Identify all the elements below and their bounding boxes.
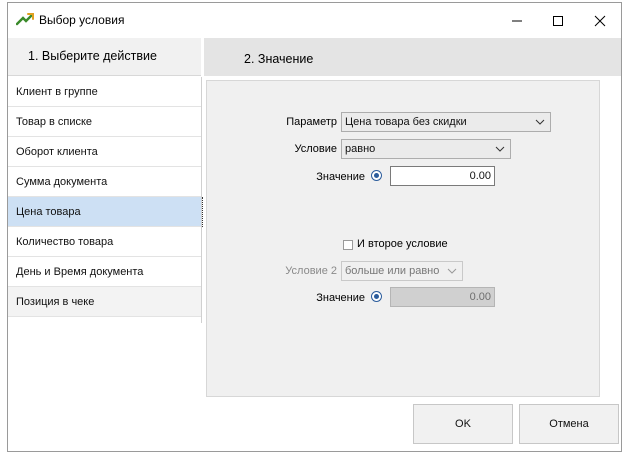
chevron-down-icon xyxy=(447,268,457,274)
condition-value: равно xyxy=(345,143,376,155)
list-divider xyxy=(201,77,202,323)
value-panel: Параметр Цена товара без скидки Условие … xyxy=(206,80,600,397)
window-title: Выбор условия xyxy=(39,13,125,27)
parameter-value: Цена товара без скидки xyxy=(345,116,467,128)
condition2-value: больше или равно xyxy=(345,265,440,277)
ok-button[interactable]: OK xyxy=(413,404,513,444)
chevron-down-icon xyxy=(495,146,505,152)
second-condition-checkbox[interactable] xyxy=(343,240,353,250)
close-icon xyxy=(594,15,606,27)
value-radio[interactable] xyxy=(371,170,382,181)
list-item-receipt-position[interactable]: Позиция в чеке xyxy=(8,287,201,317)
parameter-label: Параметр xyxy=(286,116,337,128)
step2-title: 2. Значение xyxy=(244,52,314,66)
value-label: Значение xyxy=(316,171,365,183)
condition2-dropdown[interactable]: больше или равно xyxy=(341,261,463,281)
action-list: Клиент в группе Товар в списке Оборот кл… xyxy=(8,77,203,317)
app-logo-icon xyxy=(16,13,34,26)
list-item-client-group[interactable]: Клиент в группе xyxy=(8,77,201,107)
cancel-button[interactable]: Отмена xyxy=(519,404,619,444)
value2-radio[interactable] xyxy=(371,291,382,302)
value2-label: Значение xyxy=(316,292,365,304)
title-bar: Выбор условия xyxy=(8,3,621,37)
parameter-dropdown[interactable]: Цена товара без скидки xyxy=(341,112,551,132)
step1-title: 1. Выберите действие xyxy=(28,49,157,63)
step1-header: 1. Выберите действие xyxy=(8,38,201,76)
list-item-document-datetime[interactable]: День и Время документа xyxy=(8,257,201,287)
value-text: 0.00 xyxy=(469,170,491,182)
maximize-icon xyxy=(553,16,563,26)
value2-text: 0.00 xyxy=(469,291,491,303)
minimize-button[interactable] xyxy=(497,6,537,36)
close-button[interactable] xyxy=(580,6,620,36)
list-item-document-sum[interactable]: Сумма документа xyxy=(8,167,201,197)
condition-dropdown[interactable]: равно xyxy=(341,139,511,159)
list-item-product-quantity[interactable]: Количество товара xyxy=(8,227,201,257)
condition-label: Условие xyxy=(294,143,337,155)
dialog-window: Выбор условия 1. Выберите действие 2. Зн… xyxy=(7,2,622,452)
value-input[interactable]: 0.00 xyxy=(390,166,495,186)
value2-input[interactable]: 0.00 xyxy=(390,287,495,307)
list-item-client-turnover[interactable]: Оборот клиента xyxy=(8,137,201,167)
minimize-icon xyxy=(512,20,522,22)
second-condition-label: И второе условие xyxy=(357,238,448,250)
list-item-product-list[interactable]: Товар в списке xyxy=(8,107,201,137)
maximize-button[interactable] xyxy=(538,6,578,36)
step2-header: 2. Значение xyxy=(204,38,621,76)
list-item-product-price[interactable]: Цена товара xyxy=(8,197,203,227)
condition2-label: Условие 2 xyxy=(285,265,337,277)
chevron-down-icon xyxy=(535,119,545,125)
